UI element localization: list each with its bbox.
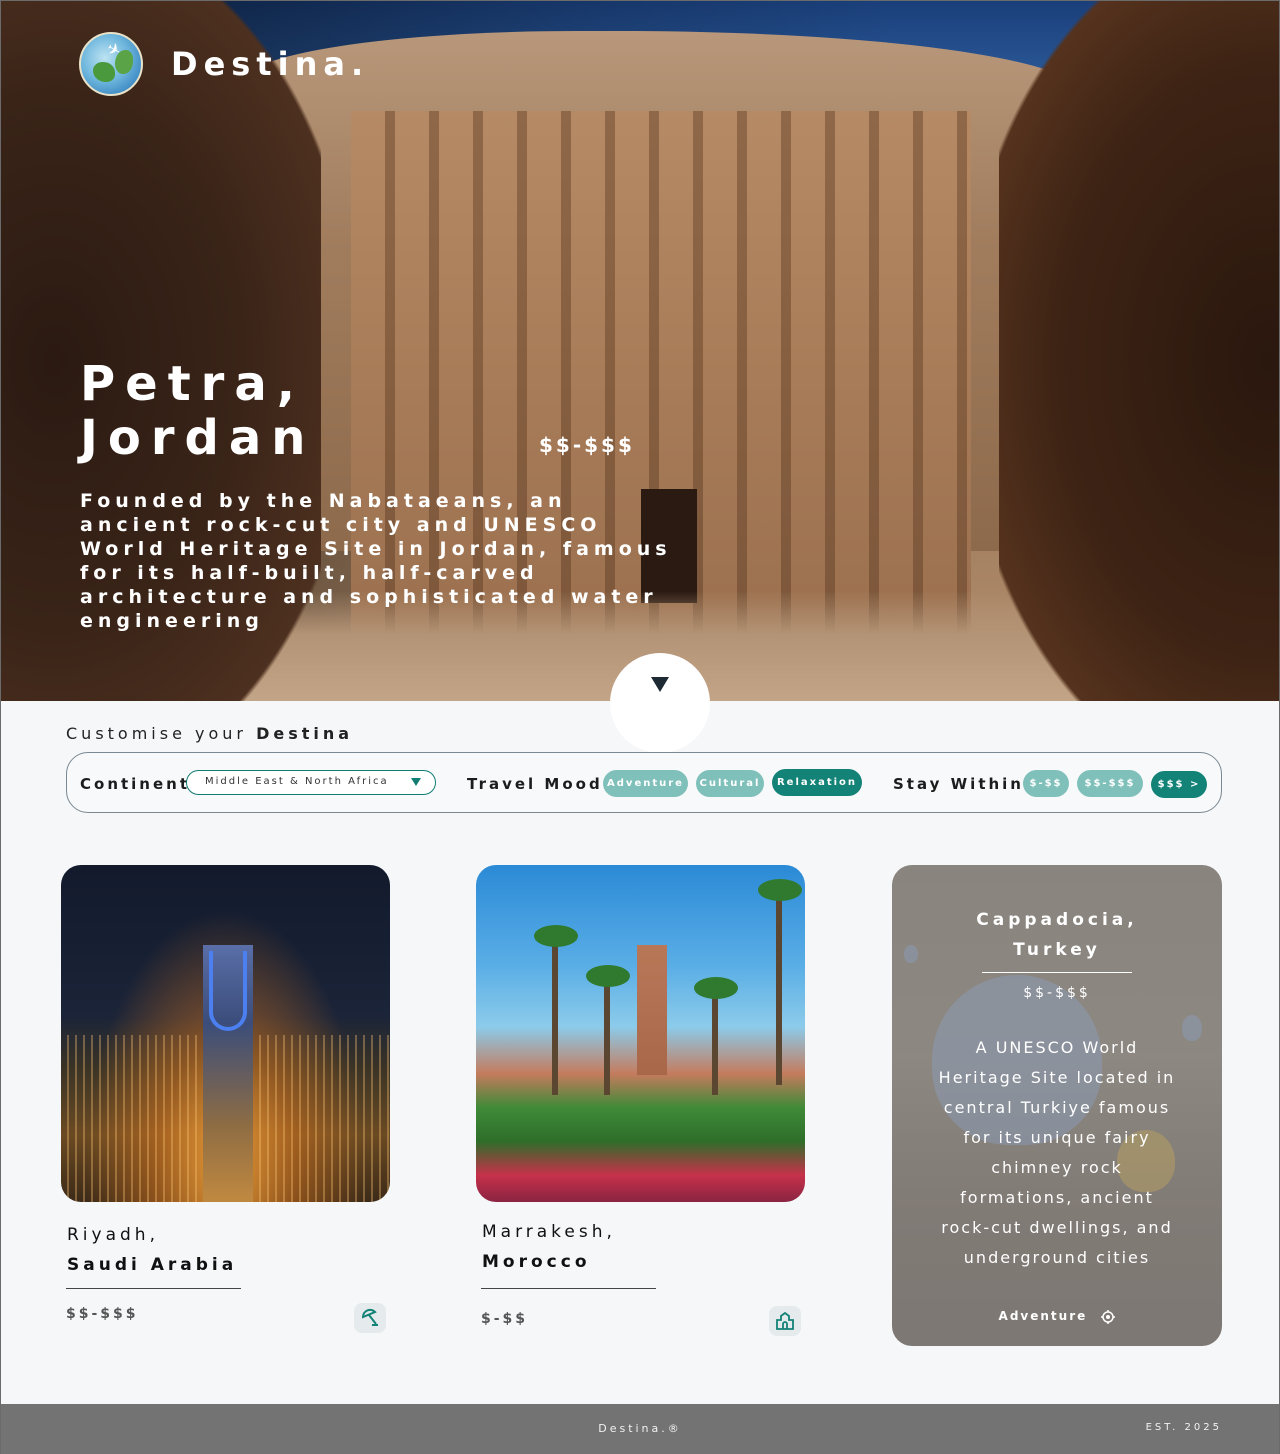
- hero-title-city: Petra,: [80, 356, 305, 412]
- beach-umbrella-icon[interactable]: [354, 1303, 386, 1333]
- card-price: $-$$: [481, 1311, 529, 1327]
- marrakesh-card-image[interactable]: [476, 865, 805, 1202]
- marrakesh-card-title: Marrakesh, Morocco: [482, 1217, 616, 1277]
- caret-down-icon: [411, 778, 421, 786]
- hero-price: $$-$$$: [539, 433, 635, 457]
- travel-mood-label: Travel Mood: [467, 775, 603, 793]
- footer: Destina.® EST. 2025: [1, 1404, 1279, 1454]
- card-divider: [481, 1288, 656, 1289]
- card-country: Turkey: [1013, 940, 1101, 960]
- continent-label: Continent: [80, 775, 191, 793]
- budget-pill-low[interactable]: $-$$: [1023, 770, 1069, 797]
- balloon-image: [1182, 1015, 1202, 1041]
- footer-established: EST. 2025: [1145, 1422, 1222, 1433]
- hero-rock-right: [999, 1, 1279, 701]
- brand-name[interactable]: Destina.: [171, 45, 369, 83]
- customise-heading: Customise your Destina: [66, 724, 353, 743]
- card-price: $$-$$$: [66, 1306, 139, 1322]
- hero-title-country: Jordan: [80, 410, 316, 466]
- mood-pill-adventure[interactable]: Adventure: [603, 770, 688, 797]
- card-country: Saudi Arabia: [67, 1255, 238, 1275]
- footer-brand[interactable]: Destina.®: [1, 1422, 1279, 1435]
- cappadocia-title: Cappadocia, Turkey: [892, 905, 1222, 965]
- hero-title: Petra, Jordan: [80, 357, 315, 465]
- card-price: $$-$$$: [1023, 985, 1091, 1001]
- riyadh-card-image[interactable]: [61, 865, 390, 1202]
- continent-select[interactable]: Middle East & North Africa: [186, 770, 436, 795]
- triangle-down-icon: [651, 677, 669, 692]
- scroll-down-button[interactable]: [610, 653, 710, 753]
- customise-brand-word: Destina: [256, 724, 354, 743]
- card-description: A UNESCO World Heritage Site located in …: [938, 1038, 1176, 1267]
- filter-bar: Continent Middle East & North Africa Tra…: [66, 752, 1222, 813]
- budget-pill-high[interactable]: $$$ >: [1151, 771, 1207, 798]
- card-city: Cappadocia,: [976, 910, 1138, 930]
- customise-prefix: Customise your: [66, 724, 247, 743]
- card-divider: [982, 972, 1132, 973]
- stay-within-label: Stay Within: [893, 775, 1024, 793]
- mood-pill-relaxation[interactable]: Relaxation: [772, 769, 862, 796]
- landmark-icon[interactable]: [769, 1306, 801, 1336]
- continent-select-value: Middle East & North Africa: [205, 776, 389, 787]
- card-tag[interactable]: Adventure: [892, 1309, 1222, 1324]
- card-divider: [66, 1288, 241, 1289]
- card-country: Morocco: [482, 1252, 591, 1272]
- mood-pill-cultural[interactable]: Cultural: [696, 770, 764, 797]
- budget-pill-mid[interactable]: $$-$$$: [1077, 770, 1143, 797]
- target-icon: [1101, 1309, 1116, 1324]
- globe-logo-icon[interactable]: ✈: [79, 32, 143, 96]
- hero-banner: ✈ Destina. Petra, Jordan $$-$$$ Founded …: [1, 1, 1279, 701]
- card-city: Riyadh,: [67, 1225, 159, 1245]
- card-city: Marrakesh,: [482, 1222, 616, 1242]
- riyadh-card-title: Riyadh, Saudi Arabia: [67, 1220, 237, 1280]
- cappadocia-card[interactable]: Cappadocia, Turkey $$-$$$ A UNESCO World…: [892, 865, 1222, 1346]
- hero-description: Founded by the Nabataeans, an ancient ro…: [80, 490, 672, 632]
- card-tag-label: Adventure: [998, 1309, 1088, 1323]
